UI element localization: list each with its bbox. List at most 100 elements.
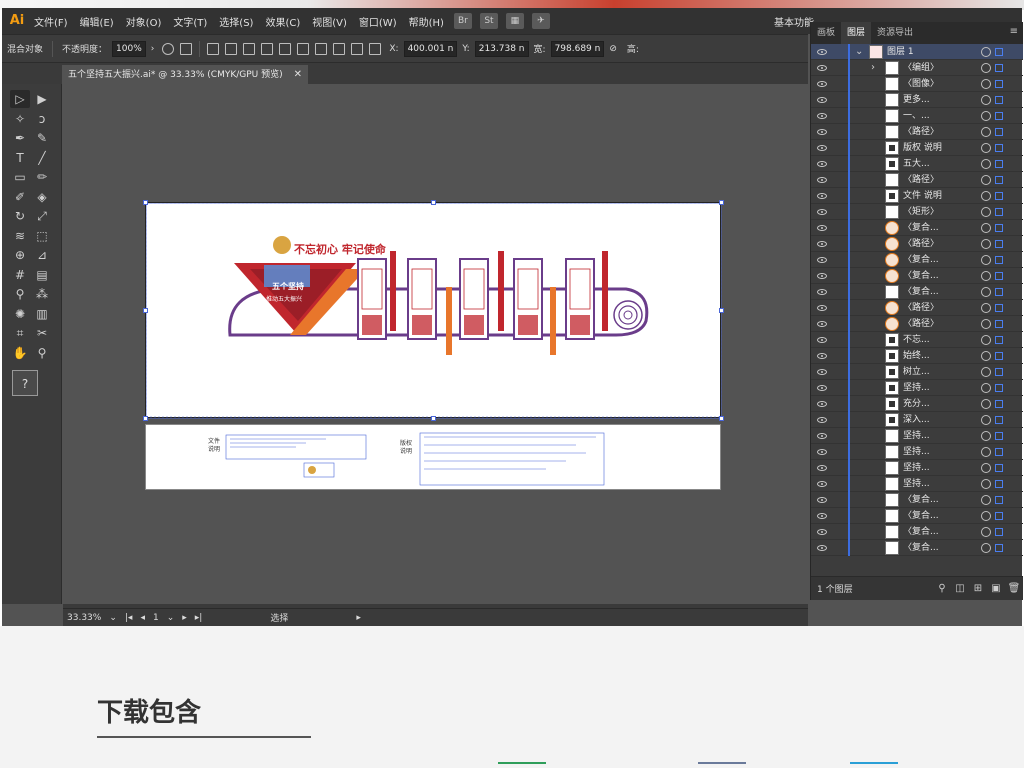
target-icon[interactable] — [981, 479, 991, 489]
canvas[interactable]: 不忘初心 牢记使命 五个坚持 推动五大振兴 文件 说明 版权 说明 — [63, 84, 808, 604]
align-right-icon[interactable] — [243, 42, 256, 55]
layer-row[interactable]: 〈路径〉 — [811, 236, 1023, 252]
visibility-eye-icon[interactable] — [817, 305, 827, 311]
visibility-eye-icon[interactable] — [817, 417, 827, 423]
paintbrush-tool[interactable]: ✏ — [32, 168, 52, 186]
lasso-tool[interactable]: ↄ — [32, 110, 52, 128]
target-icon[interactable] — [981, 175, 991, 185]
align-left-icon[interactable] — [207, 42, 220, 55]
selection-indicator-icon[interactable] — [995, 176, 1003, 184]
target-icon[interactable] — [981, 95, 991, 105]
delete-layer-icon[interactable]: 🗑 — [1005, 583, 1023, 594]
layer-row[interactable]: 〈复合... — [811, 220, 1023, 236]
stock-icon[interactable]: St — [479, 13, 498, 29]
menu-type[interactable]: 文字(T) — [167, 14, 213, 29]
visibility-eye-icon[interactable] — [817, 289, 827, 295]
visibility-eye-icon[interactable] — [817, 225, 827, 231]
visibility-eye-icon[interactable] — [817, 193, 827, 199]
bridge-icon[interactable]: Br — [453, 13, 472, 29]
selection-handle[interactable] — [719, 200, 724, 205]
selection-indicator-icon[interactable] — [995, 352, 1003, 360]
layer-row[interactable]: 更多... — [811, 92, 1023, 108]
visibility-eye-icon[interactable] — [817, 369, 827, 375]
visibility-eye-icon[interactable] — [817, 465, 827, 471]
selection-indicator-icon[interactable] — [995, 448, 1003, 456]
distribute-top-icon[interactable] — [315, 42, 328, 55]
layer-name[interactable]: 始终... — [903, 348, 930, 364]
selection-indicator-icon[interactable] — [995, 480, 1003, 488]
selection-tool[interactable]: ▷ — [10, 90, 30, 108]
target-icon[interactable] — [981, 303, 991, 313]
blend-tool[interactable]: ⁂ — [32, 285, 52, 303]
artboard[interactable]: 不忘初心 牢记使命 五个坚持 推动五大振兴 — [145, 202, 723, 420]
slice-tool[interactable]: ✂ — [32, 324, 52, 342]
layer-row[interactable]: 〈复合... — [811, 492, 1023, 508]
visibility-eye-icon[interactable] — [817, 145, 827, 151]
selection-indicator-icon[interactable] — [995, 304, 1003, 312]
target-icon[interactable] — [981, 191, 991, 201]
tab-asset-export[interactable]: 资源导出 — [871, 22, 919, 44]
visibility-eye-icon[interactable] — [817, 481, 827, 487]
menu-edit[interactable]: 编辑(E) — [74, 14, 120, 29]
layer-name[interactable]: 深入... — [903, 412, 930, 428]
target-icon[interactable] — [981, 319, 991, 329]
selection-indicator-icon[interactable] — [995, 144, 1003, 152]
visibility-eye-icon[interactable] — [817, 385, 827, 391]
page-dropdown-icon[interactable]: ⌄ — [163, 613, 179, 623]
visibility-eye-icon[interactable] — [817, 513, 827, 519]
expand-arrow-icon[interactable]: › — [871, 61, 875, 75]
layer-name[interactable]: 〈路径〉 — [903, 316, 939, 332]
selection-indicator-icon[interactable] — [995, 208, 1003, 216]
layer-name[interactable]: 坚持... — [903, 380, 930, 396]
layer-row[interactable]: 始终... — [811, 348, 1023, 364]
visibility-eye-icon[interactable] — [817, 449, 827, 455]
layer-row[interactable]: 〈复合... — [811, 252, 1023, 268]
layer-row[interactable]: 〈路径〉 — [811, 172, 1023, 188]
layer-row[interactable]: 坚持... — [811, 460, 1023, 476]
layer-name[interactable]: 〈复合... — [903, 524, 939, 540]
target-icon[interactable] — [981, 527, 991, 537]
selection-indicator-icon[interactable] — [995, 528, 1003, 536]
selection-handle[interactable] — [143, 200, 148, 205]
menu-window[interactable]: 窗口(W) — [353, 14, 403, 29]
target-icon[interactable] — [981, 431, 991, 441]
opacity-arrow-icon[interactable]: › — [146, 44, 160, 54]
layer-name[interactable]: 〈复合... — [903, 508, 939, 524]
make-clipping-mask-icon[interactable]: ◫ — [951, 583, 969, 594]
next-page-icon[interactable]: ▸ — [178, 613, 191, 623]
workspace-switcher[interactable]: 基本功能 — [774, 14, 814, 29]
layer-name[interactable]: 更多... — [903, 92, 930, 108]
perspective-tool[interactable]: ⊿ — [32, 246, 52, 264]
align-options-icon[interactable] — [180, 42, 193, 55]
target-icon[interactable] — [981, 47, 991, 57]
selection-indicator-icon[interactable] — [995, 112, 1003, 120]
visibility-eye-icon[interactable] — [817, 49, 827, 55]
target-icon[interactable] — [981, 223, 991, 233]
menu-object[interactable]: 对象(O) — [120, 14, 168, 29]
target-icon[interactable] — [981, 271, 991, 281]
layer-row[interactable]: 充分... — [811, 396, 1023, 412]
layer-name[interactable]: 五大... — [903, 156, 930, 172]
locate-object-icon[interactable]: ⚲ — [933, 583, 951, 594]
visibility-eye-icon[interactable] — [817, 337, 827, 343]
menu-select[interactable]: 选择(S) — [213, 14, 259, 29]
layer-row[interactable]: 坚持... — [811, 444, 1023, 460]
target-icon[interactable] — [981, 111, 991, 121]
x-field[interactable]: 400.001 n — [403, 40, 458, 57]
selection-handle[interactable] — [719, 416, 724, 421]
free-transform-tool[interactable]: ⬚ — [32, 227, 52, 245]
layer-row[interactable]: 〈复合... — [811, 524, 1023, 540]
layer-name[interactable]: 〈路径〉 — [903, 172, 939, 188]
target-icon[interactable] — [981, 207, 991, 217]
visibility-eye-icon[interactable] — [817, 353, 827, 359]
selection-indicator-icon[interactable] — [995, 128, 1003, 136]
visibility-eye-icon[interactable] — [817, 401, 827, 407]
layer-name[interactable]: 〈图像〉 — [903, 76, 939, 92]
selection-indicator-icon[interactable] — [995, 64, 1003, 72]
transform-reference-icon[interactable] — [369, 42, 382, 55]
layer-row[interactable]: 坚持... — [811, 380, 1023, 396]
target-icon[interactable] — [981, 495, 991, 505]
layer-name[interactable]: 〈复合... — [903, 284, 939, 300]
visibility-eye-icon[interactable] — [817, 257, 827, 263]
selection-handle[interactable] — [431, 416, 436, 421]
